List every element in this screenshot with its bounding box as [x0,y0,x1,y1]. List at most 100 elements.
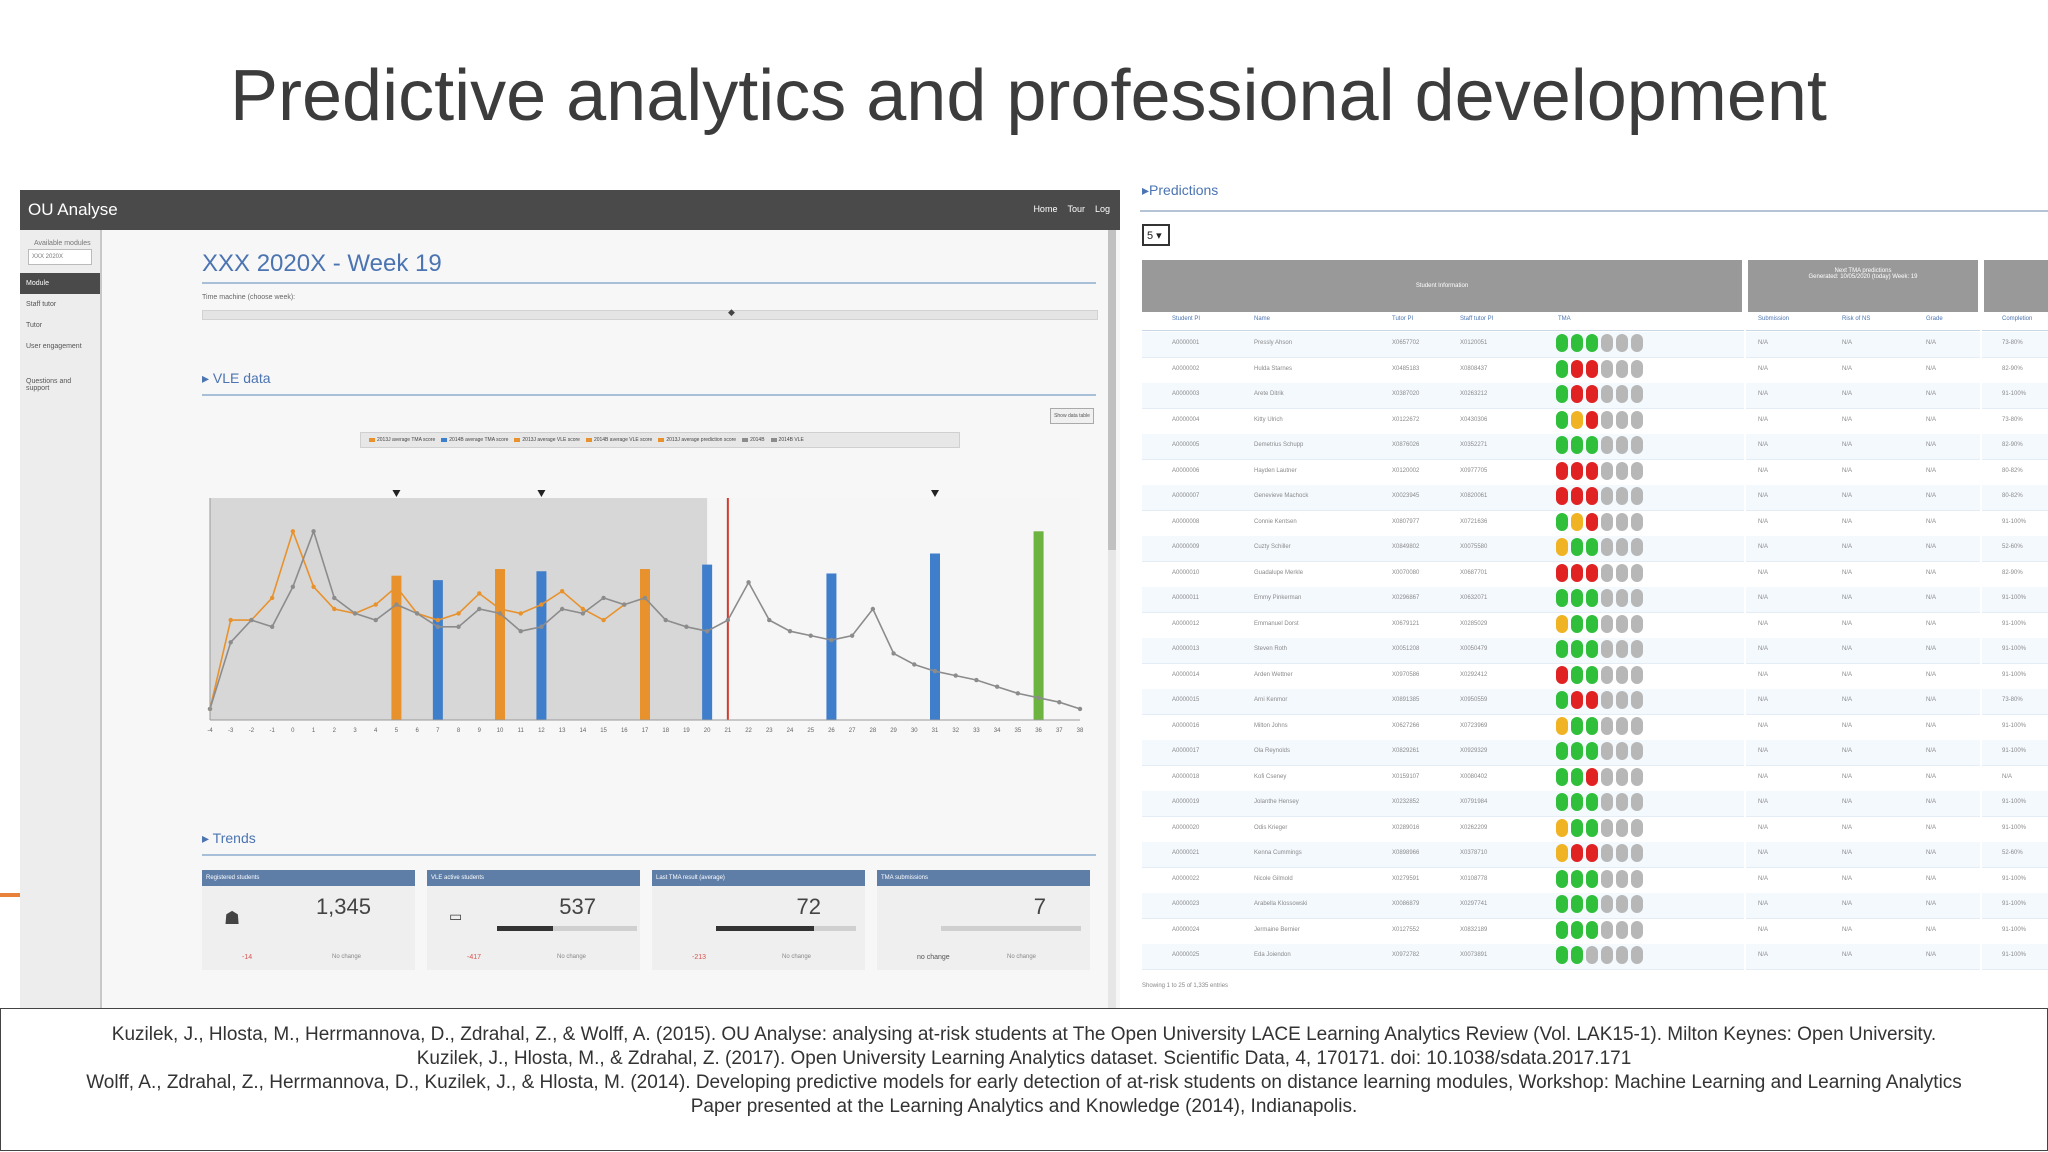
page-size-select[interactable]: 5 ▾ [1142,224,1170,246]
prediction-dot [1571,869,1583,888]
app-logo[interactable]: OU Analyse [28,200,118,220]
home-link[interactable]: Home [1033,204,1057,214]
prediction-dot [1556,589,1568,607]
time-machine-slider[interactable] [202,310,1098,320]
table-row[interactable]: A0000020 Odis Krieger X0289016 X0262209 N/A N… [1142,816,2048,843]
col-student-pi[interactable]: Student PI [1172,316,1200,322]
trend-card-registered[interactable]: Registered students ☗ 1,345 -14 No chang… [202,870,415,970]
sidebar-item-staff-tutor[interactable]: Staff tutor [20,294,100,315]
tma-prediction-dots [1556,436,1643,454]
cell-staff-tutor-pi: X0292412 [1460,671,1488,678]
prediction-dot [1556,640,1568,658]
table-row[interactable]: A0000024 Jermaine Bernier X0127552 X0832189… [1142,918,2048,945]
prediction-dot [1631,563,1643,582]
table-row[interactable]: A0000011 Emmy Pinkerman X0296867 X0632071 N/… [1142,587,2048,613]
tma-prediction-dots [1556,334,1643,352]
cell-name: Arden Wettner [1254,671,1293,678]
legend-item[interactable]: 2013J average VLE score [514,437,580,443]
col-tma[interactable]: TMA [1558,316,1571,322]
table-row[interactable]: A0000014 Arden Wettner X0970586 X0292412 N/A… [1142,663,2048,690]
col-name[interactable]: Name [1254,316,1270,322]
trend-card-vle-active[interactable]: VLE active students ▭ 537 -417 No change [427,870,640,970]
table-row[interactable]: A0000012 Emmanuel Dorst X0679121 X0285029 N/… [1142,612,2048,639]
prediction-dot [1631,512,1643,531]
col-tutor-pi[interactable]: Tutor PI [1392,316,1413,322]
sidebar-item-user-engagement[interactable]: User engagement [20,336,100,357]
table-row[interactable]: A0000016 Milton Johns X0627266 X0723969 N/A N… [1142,714,2048,741]
table-row[interactable]: A0000006 Hayden Lautner X0120002 X0977705 N/… [1142,459,2048,486]
cell-staff-tutor-pi: X0073891 [1460,952,1488,958]
cell-name: Connie Kentsen [1254,518,1297,525]
table-row[interactable]: A0000007 Genevieve Machock X0023945 X082006… [1142,485,2048,511]
group-separator [1744,260,1746,980]
cell-grade: N/A [1926,620,1937,627]
module-select[interactable]: XXX 2020X [28,249,92,265]
slider-handle[interactable]: ◆ [728,307,738,319]
cell-risk: N/A [1842,569,1853,576]
cell-risk: N/A [1842,901,1853,907]
table-row[interactable]: A0000003 Arete Ditrik X0387020 X0263212 N/A N… [1142,383,2048,409]
data-point [725,617,731,623]
cell-name: Eda Joiendon [1254,952,1291,958]
tour-link[interactable]: Tour [1067,204,1085,214]
cell-student-pi: A0000011 [1172,595,1199,601]
table-row[interactable]: A0000023 Arabella Klossowski X0086879 X0297… [1142,893,2048,919]
col-risk[interactable]: Risk of NS [1842,316,1870,322]
table-row[interactable]: A0000008 Connie Kentsen X0807977 X0721636 N/… [1142,510,2048,537]
cell-risk: N/A [1842,646,1853,652]
prediction-dot [1556,665,1568,684]
tma-bar [826,573,837,720]
data-point [435,624,441,629]
table-row[interactable]: A0000001 Pressly Ahson X0657702 X0120051 N/A… [1142,332,2048,358]
legend-item[interactable]: 2014B average TMA score [441,437,508,443]
legend-item[interactable]: 2014B average VLE score [585,437,652,443]
legend-item[interactable]: 2014B [742,437,765,443]
legend-item[interactable]: 2013J average prediction score [658,437,736,443]
prediction-dot [1586,920,1598,939]
prediction-dot [1601,385,1613,403]
col-grade[interactable]: Grade [1926,316,1943,322]
prediction-dot [1571,614,1583,633]
col-submission[interactable]: Submission [1758,316,1789,322]
cell-grade: N/A [1926,824,1937,831]
table-row[interactable]: A0000015 Arni Kenmor X0891385 X0950559 N/A N/… [1142,689,2048,715]
x-tick-label: 23 [766,728,773,734]
prediction-dot [1571,793,1583,811]
col-completion[interactable]: Completion [2002,316,2032,322]
table-row[interactable]: A0000025 Eda Joiendon X0972782 X0073891 N/A N… [1142,944,2048,970]
table-row[interactable]: A0000005 Demetrius Schupp X0876026 X0352271… [1142,434,2048,460]
table-row[interactable]: A0000022 Nicole Gilmold X0279591 X0108778 N/… [1142,867,2048,894]
cell-risk: N/A [1842,926,1853,933]
sidebar-item-support[interactable]: Questions and support [20,371,100,399]
table-row[interactable]: A0000019 Jolanthe Hensey X0232852 X0791984 N… [1142,791,2048,817]
prediction-dot [1571,640,1583,658]
show-data-table-button[interactable]: Show data table [1050,408,1094,424]
legend-item[interactable]: 2013J average TMA score [369,437,435,443]
table-row[interactable]: A0000010 Guadalupe Merkle X0070080 X0687701… [1142,561,2048,588]
x-tick-label: 22 [745,728,752,734]
trend-card-last-tma[interactable]: Last TMA result (average) 72 -213 No cha… [652,870,865,970]
cell-student-pi: A0000017 [1172,748,1200,754]
table-row[interactable]: A0000009 Cuzty Schiller X0849802 X0075580 N/… [1142,536,2048,562]
table-row[interactable]: A0000002 Hulda Starnes X0485183 X0808437 N/A… [1142,357,2048,384]
table-row[interactable]: A0000004 Kitty Ulrich X0122672 X0430306 N/A N… [1142,408,2048,435]
x-tick-label: 29 [890,728,897,734]
data-point [477,606,482,612]
prediction-dot [1601,359,1613,378]
prediction-dot [1571,359,1583,378]
table-row[interactable]: A0000017 Ola Reynolds X0829261 X0929329 N/A N… [1142,740,2048,766]
sidebar-item-tutor[interactable]: Tutor [20,315,100,336]
log-link[interactable]: Log [1095,204,1110,214]
table-row[interactable]: A0000021 Kenna Cummings X0898966 X0378710 N/… [1142,842,2048,868]
table-row[interactable]: A0000013 Steven Roth X0051208 X0050479 N/A N/… [1142,638,2048,664]
cell-name: Odis Krieger [1254,824,1288,831]
table-row[interactable]: A0000018 Kofi Cseney X0159107 X0080402 N/A N/… [1142,765,2048,792]
legend-item[interactable]: 2014B VLE [770,437,804,443]
trend-card-submissions[interactable]: TMA submissions 7 no change No change [877,870,1090,970]
col-staff-tutor-pi[interactable]: Staff tutor PI [1460,316,1493,322]
data-point [249,617,254,623]
sidebar-item-module[interactable]: Module [20,273,100,294]
cell-completion: 91-100% [2002,875,2027,882]
prediction-dot [1556,895,1568,913]
tma-prediction-dots [1556,614,1643,633]
